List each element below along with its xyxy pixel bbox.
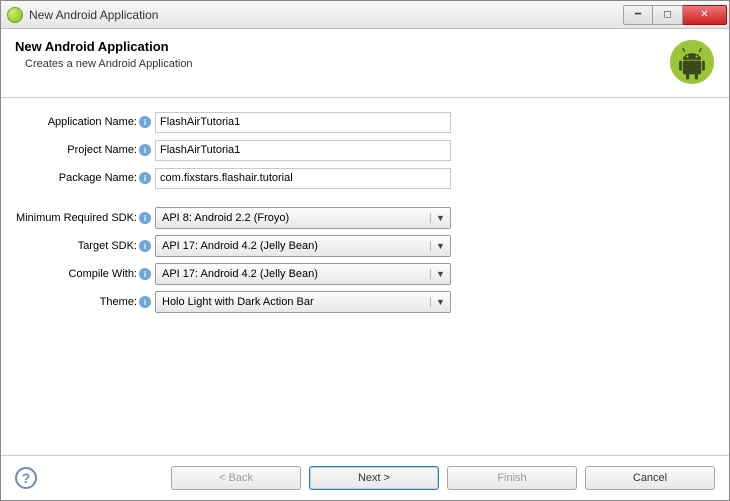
label-target-sdk: Target SDK: [11, 240, 137, 252]
chevron-down-icon: ▼ [430, 213, 446, 223]
wizard-footer: ? < Back Next > Finish Cancel [1, 455, 729, 500]
chevron-down-icon: ▼ [430, 297, 446, 307]
row-project-name: Project Name: i [11, 138, 719, 162]
label-project-name: Project Name: [11, 144, 137, 156]
app-name-input[interactable] [155, 112, 451, 133]
info-icon[interactable]: i [139, 268, 151, 280]
min-sdk-value: API 8: Android 2.2 (Froyo) [162, 212, 430, 224]
help-icon[interactable]: ? [15, 467, 37, 489]
cancel-button[interactable]: Cancel [585, 466, 715, 490]
label-min-sdk: Minimum Required SDK: [11, 212, 137, 224]
theme-select[interactable]: Holo Light with Dark Action Bar ▼ [155, 291, 451, 313]
form-area: Application Name: i Project Name: i Pack… [1, 98, 729, 455]
row-target-sdk: Target SDK: i API 17: Android 4.2 (Jelly… [11, 234, 719, 258]
info-icon[interactable]: i [139, 172, 151, 184]
row-min-sdk: Minimum Required SDK: i API 8: Android 2… [11, 206, 719, 230]
page-title: New Android Application [15, 39, 661, 54]
row-compile-with: Compile With: i API 17: Android 4.2 (Jel… [11, 262, 719, 286]
window-controls: ━ ◻ ✕ [623, 5, 727, 25]
chevron-down-icon: ▼ [430, 241, 446, 251]
close-button[interactable]: ✕ [683, 5, 727, 25]
wizard-header: New Android Application Creates a new An… [1, 29, 729, 98]
row-package-name: Package Name: i [11, 166, 719, 190]
row-theme: Theme: i Holo Light with Dark Action Bar… [11, 290, 719, 314]
label-package-name: Package Name: [11, 172, 137, 184]
header-text: New Android Application Creates a new An… [15, 39, 661, 70]
minimize-button[interactable]: ━ [623, 5, 653, 25]
target-sdk-select[interactable]: API 17: Android 4.2 (Jelly Bean) ▼ [155, 235, 451, 257]
label-compile-with: Compile With: [11, 268, 137, 280]
app-icon [7, 7, 23, 23]
maximize-button[interactable]: ◻ [653, 5, 683, 25]
finish-button[interactable]: Finish [447, 466, 577, 490]
info-icon[interactable]: i [139, 240, 151, 252]
info-icon[interactable]: i [139, 212, 151, 224]
package-name-input[interactable] [155, 168, 451, 189]
target-sdk-value: API 17: Android 4.2 (Jelly Bean) [162, 240, 430, 252]
info-icon[interactable]: i [139, 296, 151, 308]
compile-with-value: API 17: Android 4.2 (Jelly Bean) [162, 268, 430, 280]
theme-value: Holo Light with Dark Action Bar [162, 296, 430, 308]
back-button[interactable]: < Back [171, 466, 301, 490]
label-theme: Theme: [11, 296, 137, 308]
next-button[interactable]: Next > [309, 466, 439, 490]
page-subtitle: Creates a new Android Application [25, 58, 661, 70]
titlebar: New Android Application ━ ◻ ✕ [1, 1, 729, 29]
window-title: New Android Application [29, 8, 623, 22]
android-logo-icon [669, 39, 715, 85]
info-icon[interactable]: i [139, 116, 151, 128]
label-app-name: Application Name: [11, 116, 137, 128]
compile-with-select[interactable]: API 17: Android 4.2 (Jelly Bean) ▼ [155, 263, 451, 285]
row-app-name: Application Name: i [11, 110, 719, 134]
min-sdk-select[interactable]: API 8: Android 2.2 (Froyo) ▼ [155, 207, 451, 229]
info-icon[interactable]: i [139, 144, 151, 156]
dialog-window: New Android Application ━ ◻ ✕ New Androi… [0, 0, 730, 501]
chevron-down-icon: ▼ [430, 269, 446, 279]
project-name-input[interactable] [155, 140, 451, 161]
